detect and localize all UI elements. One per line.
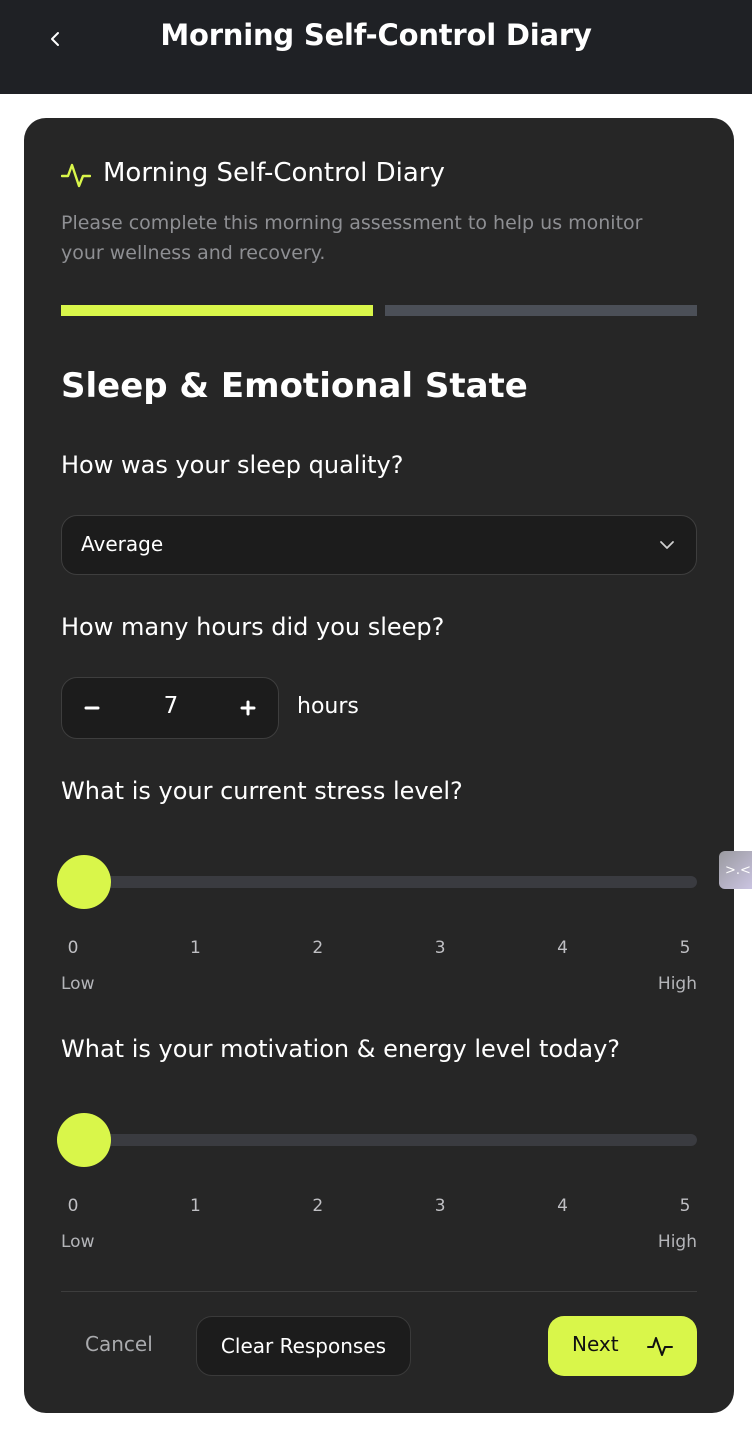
- stress-tick-0: 0: [67, 938, 79, 958]
- motivation-tick-3: 3: [434, 1196, 446, 1216]
- stress-high-label: High: [657, 974, 697, 994]
- sleep-hours-stepper: 7: [61, 677, 279, 739]
- stress-tick-3: 3: [434, 938, 446, 958]
- minus-icon: [84, 706, 100, 710]
- stress-tick-1: 1: [189, 938, 201, 958]
- question-stress-level: What is your current stress level?: [61, 777, 463, 805]
- stress-tick-4: 4: [557, 938, 568, 958]
- side-tab-label: >.<: [725, 862, 751, 878]
- diary-card: Morning Self-Control Diary Please comple…: [24, 118, 734, 1413]
- next-button[interactable]: Next: [548, 1316, 697, 1376]
- motivation-slider-track[interactable]: [61, 1134, 697, 1146]
- next-button-label: Next: [572, 1332, 619, 1356]
- stress-low-label: Low: [61, 974, 95, 994]
- stress-tick-2: 2: [312, 938, 324, 958]
- motivation-tick-0: 0: [67, 1196, 79, 1216]
- section-title: Sleep & Emotional State: [61, 366, 528, 406]
- question-sleep-quality: How was your sleep quality?: [61, 451, 404, 479]
- header-bar: Morning Self-Control Diary: [0, 0, 752, 94]
- motivation-high-label: High: [657, 1232, 697, 1252]
- sleep-quality-value: Average: [81, 532, 164, 556]
- card-title: Morning Self-Control Diary: [103, 158, 445, 188]
- decrement-button[interactable]: [76, 692, 108, 724]
- stress-tick-5: 5: [679, 938, 691, 958]
- motivation-low-label: Low: [61, 1232, 95, 1252]
- page-title: Morning Self-Control Diary: [160, 18, 592, 52]
- stress-slider-thumb[interactable]: [57, 855, 111, 909]
- motivation-tick-1: 1: [189, 1196, 201, 1216]
- sleep-hours-unit: hours: [297, 694, 359, 719]
- activity-pulse-icon: [647, 1337, 673, 1356]
- sleep-hours-value[interactable]: 7: [126, 693, 216, 719]
- stress-slider-track[interactable]: [61, 876, 697, 888]
- footer-divider: [61, 1291, 697, 1292]
- sleep-quality-select[interactable]: Average: [61, 515, 697, 575]
- clear-responses-button[interactable]: Clear Responses: [196, 1316, 411, 1376]
- progress-step-2: [385, 305, 697, 316]
- motivation-tick-5: 5: [679, 1196, 691, 1216]
- progress-step-1: [61, 305, 373, 316]
- motivation-tick-2: 2: [312, 1196, 324, 1216]
- side-tab-widget[interactable]: >.<: [719, 851, 752, 889]
- question-motivation-level: What is your motivation & energy level t…: [61, 1035, 621, 1063]
- activity-pulse-icon: [61, 163, 91, 188]
- motivation-tick-4: 4: [557, 1196, 568, 1216]
- question-sleep-hours: How many hours did you sleep?: [61, 613, 445, 641]
- cancel-button[interactable]: Cancel: [85, 1332, 153, 1356]
- card-subtitle: Please complete this morning assessment …: [61, 212, 643, 264]
- increment-button[interactable]: [232, 692, 264, 724]
- motivation-slider-thumb[interactable]: [57, 1113, 111, 1167]
- plus-icon: [240, 700, 256, 716]
- chevron-down-icon: [660, 541, 674, 549]
